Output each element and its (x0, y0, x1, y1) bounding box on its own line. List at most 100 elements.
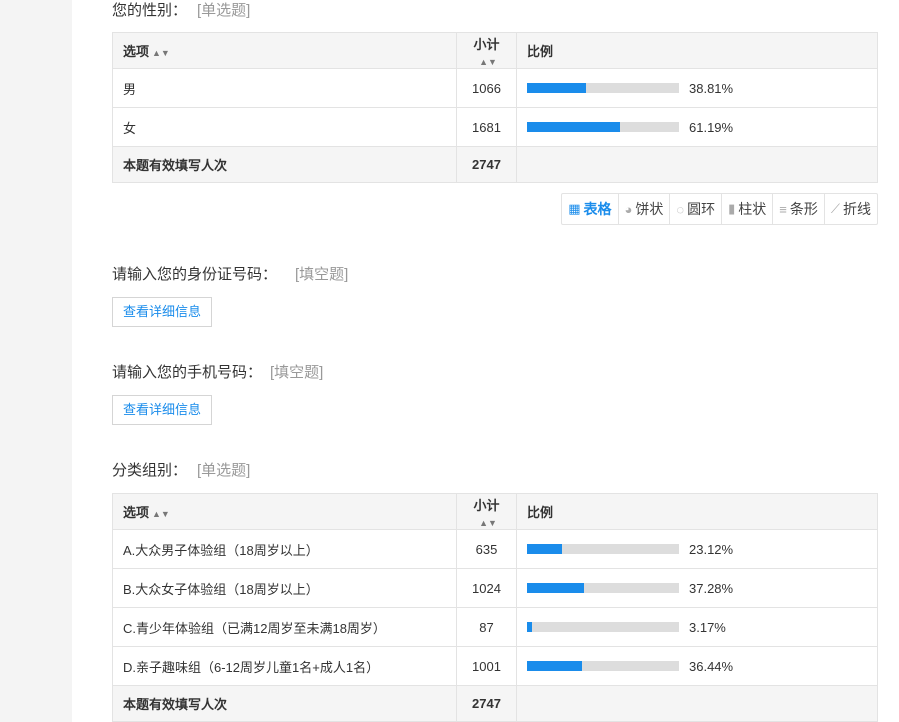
chart-type-label: 柱状 (738, 201, 767, 217)
question-title: 您的性别： [单选题] (112, 0, 878, 22)
question-type: [单选题] (197, 2, 251, 19)
option-count: 1681 (456, 107, 517, 147)
chart-type-pie[interactable]: ◕ 饼状 (619, 194, 671, 224)
table-row: C.青少年体验组（已满12周岁至未满18周岁） 87 3.17% (112, 607, 878, 647)
ratio-bar (527, 583, 679, 593)
ratio-percent: 38.81% (689, 80, 734, 96)
question-title: 分类组别： [单选题] (112, 460, 878, 482)
question-title: 请输入您的手机号码： [填空题] (112, 362, 878, 384)
table-row: 男 1066 38.81% (112, 68, 878, 108)
sort-icon[interactable]: ▲▼ (479, 57, 497, 67)
sort-icon[interactable]: ▲▼ (152, 48, 170, 58)
chart-type-label: 饼状 (635, 201, 664, 217)
column-icon: ▮ (728, 201, 736, 216)
ratio-bar-fill (527, 622, 532, 632)
table-row: 女 1681 61.19% (112, 107, 878, 147)
option-ratio: 36.44% (516, 646, 878, 686)
chart-type-label: 条形 (789, 201, 818, 217)
pie-icon: ◕ (624, 201, 633, 217)
total-label: 本题有效填写人次 (112, 146, 457, 183)
question-type: [填空题] (295, 266, 349, 283)
table-header: 选项 ▲▼ 小计▲▼ 比例 (112, 32, 878, 69)
ratio-percent: 36.44% (689, 658, 734, 674)
option-label: B.大众女子体验组（18周岁以上） (112, 568, 457, 608)
view-details-button[interactable]: 查看详细信息 (112, 395, 213, 425)
ratio-percent: 37.28% (689, 580, 734, 596)
table-row: B.大众女子体验组（18周岁以上） 1024 37.28% (112, 568, 878, 608)
question-type: [填空题] (270, 364, 324, 381)
result-table: 选项 ▲▼ 小计▲▼ 比例 男 1066 38.81% 女 1681 61.19% 本题有效… (112, 32, 878, 183)
ratio-bar (527, 622, 679, 632)
result-table-gender: 选项 ▲▼ 小计▲▼ 比例 男 1066 38.81% 女 1681 61.19% 本题有效… (112, 32, 878, 183)
ratio-bar (527, 122, 679, 132)
ratio-bar (527, 544, 679, 554)
header-count[interactable]: 小计▲▼ (456, 493, 517, 530)
option-label: A.大众男子体验组（18周岁以上） (112, 529, 457, 569)
option-count: 87 (456, 607, 517, 647)
option-ratio: 37.28% (516, 568, 878, 608)
sort-icon[interactable]: ▲▼ (152, 509, 170, 519)
ratio-percent: 3.17% (689, 619, 726, 635)
option-count: 1066 (456, 68, 517, 108)
chart-type-bar[interactable]: ≡ 条形 (773, 194, 825, 224)
ratio-bar-fill (527, 122, 620, 132)
chart-type-toolbar: ▦ 表格 ◕ 饼状 ◌ 圆环 ▮ 柱状 ≡ 条形 ⟋ 折线 (561, 193, 878, 225)
report-page: 您的性别： [单选题] 选项 ▲▼ 小计▲▼ 比例 男 1066 38.81% 女 1681… (72, 0, 899, 722)
option-ratio: 38.81% (516, 68, 878, 108)
total-count: 2747 (456, 146, 517, 183)
table-row: D.亲子趣味组（6-12周岁儿童1名+成人1名） 1001 36.44% (112, 646, 878, 686)
chart-type-label: 折线 (843, 201, 871, 217)
bar-icon: ≡ (779, 201, 787, 217)
chart-type-label: 圆环 (687, 201, 716, 217)
option-count: 1001 (456, 646, 517, 686)
option-label: D.亲子趣味组（6-12周岁儿童1名+成人1名） (112, 646, 457, 686)
table-header: 选项 ▲▼ 小计▲▼ 比例 (112, 493, 878, 530)
question-id-number: 请输入您的身份证号码： [填空题] 查看详细信息 (112, 264, 878, 327)
ratio-bar-fill (527, 83, 586, 93)
table-row: A.大众男子体验组（18周岁以上） 635 23.12% (112, 529, 878, 569)
question-group: 分类组别： [单选题] (112, 460, 878, 482)
ratio-bar-fill (527, 544, 563, 554)
line-icon: ⟋ (830, 201, 840, 216)
header-ratio: 比例 (516, 32, 878, 69)
chart-type-line[interactable]: ⟋ 折线 (825, 194, 877, 224)
chart-type-column[interactable]: ▮ 柱状 (722, 194, 774, 224)
ratio-bar-fill (527, 583, 584, 593)
chart-type-label: 表格 (583, 201, 612, 217)
chart-type-ring[interactable]: ◌ 圆环 (670, 194, 723, 224)
option-label: 女 (112, 107, 457, 147)
ratio-percent: 23.12% (689, 541, 734, 557)
question-text: 分类组别： (112, 462, 188, 479)
option-count: 1024 (456, 568, 517, 608)
header-option[interactable]: 选项 ▲▼ (112, 32, 457, 69)
option-ratio: 23.12% (516, 529, 878, 569)
question-phone: 请输入您的手机号码： [填空题] 查看详细信息 (112, 362, 878, 425)
question-text: 请输入您的身份证号码： (112, 266, 278, 283)
table-icon: ▦ (568, 201, 581, 216)
header-option[interactable]: 选项 ▲▼ (112, 493, 457, 530)
ratio-bar (527, 83, 679, 93)
total-count: 2747 (456, 685, 517, 722)
result-table: 选项 ▲▼ 小计▲▼ 比例 A.大众男子体验组（18周岁以上） 635 23.12% B… (112, 493, 878, 722)
chart-type-table[interactable]: ▦ 表格 (562, 194, 619, 224)
table-total-row: 本题有效填写人次 2747 (112, 146, 878, 183)
ring-icon: ◌ (676, 201, 685, 217)
sort-icon[interactable]: ▲▼ (479, 518, 497, 528)
question-title: 请输入您的身份证号码： [填空题] (112, 264, 878, 286)
total-label: 本题有效填写人次 (112, 685, 457, 722)
question-gender: 您的性别： [单选题] (112, 0, 878, 22)
question-text: 您的性别： (112, 2, 188, 19)
ratio-bar-fill (527, 661, 583, 671)
question-text: 请输入您的手机号码： (112, 364, 263, 381)
option-count: 635 (456, 529, 517, 569)
header-ratio: 比例 (516, 493, 878, 530)
question-type: [单选题] (197, 462, 251, 479)
result-table-group: 选项 ▲▼ 小计▲▼ 比例 A.大众男子体验组（18周岁以上） 635 23.12% B… (112, 493, 878, 722)
view-details-button[interactable]: 查看详细信息 (112, 297, 213, 327)
option-label: 男 (112, 68, 457, 108)
option-label: C.青少年体验组（已满12周岁至未满18周岁） (112, 607, 457, 647)
ratio-bar (527, 661, 679, 671)
header-count[interactable]: 小计▲▼ (456, 32, 517, 69)
ratio-percent: 61.19% (689, 119, 734, 135)
table-total-row: 本题有效填写人次 2747 (112, 685, 878, 722)
